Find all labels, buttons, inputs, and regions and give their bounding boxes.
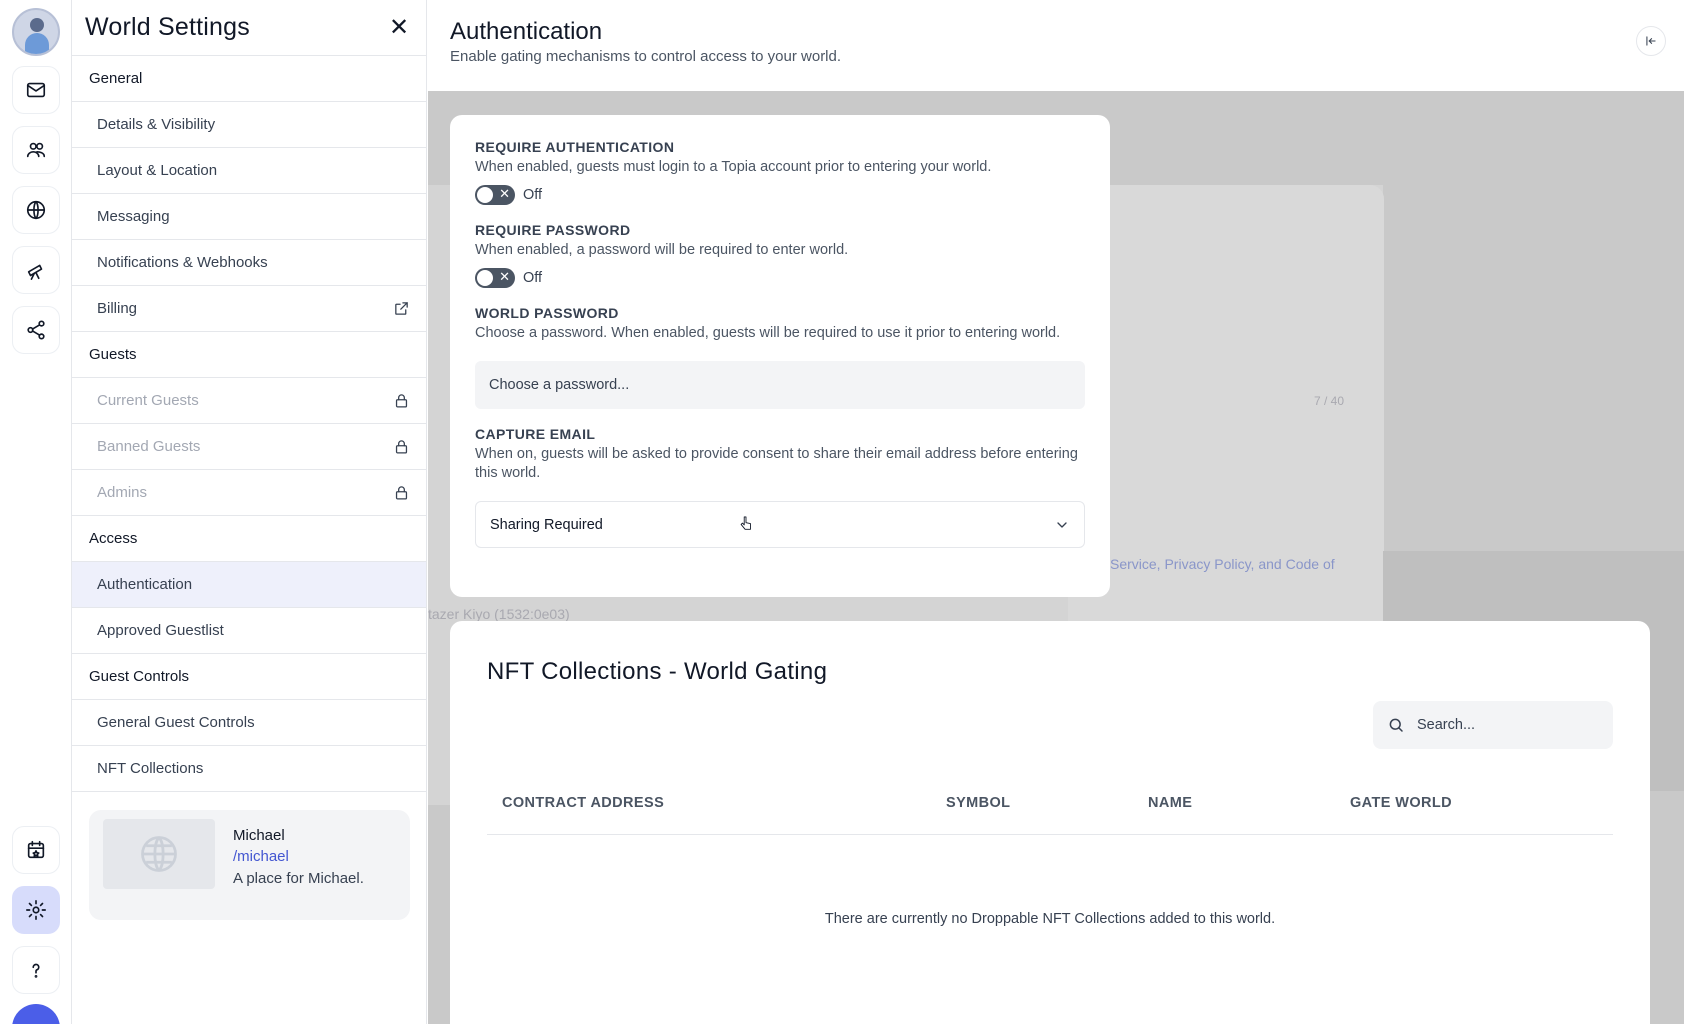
option-description: When enabled, a password will be require… (475, 242, 849, 258)
sidebar-item-general-guest-controls[interactable]: General Guest Controls (72, 700, 426, 746)
world-password-input[interactable]: Choose a password... (475, 361, 1085, 409)
nft-empty-message: There are currently no Droppable NFT Col… (824, 911, 1276, 927)
world-password-option: WORLD PASSWORD Choose a password. When e… (475, 305, 1085, 409)
sidebar-item-label: Current Guests (97, 392, 199, 409)
option-description: Choose a password. When enabled, guests … (475, 325, 1061, 341)
calendar-icon[interactable] (12, 826, 60, 874)
sidebar-header: World Settings ✕ (72, 0, 426, 56)
collapse-panel-button[interactable] (1636, 26, 1666, 56)
sidebar-item-current-guests: Current Guests (72, 378, 426, 424)
world-thumbnail (103, 819, 215, 889)
sidebar-item-label: Notifications & Webhooks (97, 254, 268, 271)
help-icon[interactable] (12, 946, 60, 994)
option-label: CAPTURE EMAIL (475, 426, 596, 442)
telescope-icon[interactable] (12, 246, 60, 294)
background-form-card (1068, 185, 1384, 645)
world-card[interactable]: Michael /michael A place for Michael. (89, 810, 410, 920)
share-icon[interactable] (12, 306, 60, 354)
external-link-icon (395, 302, 408, 315)
sidebar-item-messaging[interactable]: Messaging (72, 194, 426, 240)
sidebar-item-approved-guestlist[interactable]: Approved Guestlist (72, 608, 426, 654)
nft-search[interactable] (1373, 701, 1613, 749)
toggle-off-icon: ✕ (499, 270, 510, 285)
section-access: Access (72, 516, 426, 562)
sidebar-item-details-visibility[interactable]: Details & Visibility (72, 102, 426, 148)
sidebar-item-notifications-webhooks[interactable]: Notifications & Webhooks (72, 240, 426, 286)
page-subtitle: Enable gating mechanisms to control acce… (450, 48, 842, 65)
pointer-cursor-icon (740, 516, 751, 530)
main-header: Authentication Enable gating mechanisms … (428, 0, 1684, 91)
sidebar-title: World Settings (85, 13, 250, 41)
sidebar-item-banned-guests: Banned Guests (72, 424, 426, 470)
sidebar-item-label: Details & Visibility (97, 116, 216, 133)
add-button[interactable] (12, 1004, 60, 1024)
sidebar-item-label: Messaging (97, 208, 170, 225)
background-counter: 7 / 40 (1314, 394, 1345, 408)
user-avatar[interactable] (12, 8, 60, 56)
close-icon[interactable]: ✕ (386, 14, 412, 41)
sidebar-item-layout-location[interactable]: Layout & Location (72, 148, 426, 194)
capture-email-select[interactable]: Sharing Required (475, 501, 1085, 548)
sidebar-item-label: NFT Collections (97, 760, 204, 777)
people-icon[interactable] (12, 126, 60, 174)
toggle-state: Off (523, 187, 543, 203)
section-guests: Guests (72, 332, 426, 378)
sidebar-item-label: Approved Guestlist (97, 622, 224, 639)
background-terms-link: Service, Privacy Policy, and Code of (1110, 556, 1335, 572)
globe-icon[interactable] (12, 186, 60, 234)
column-header-name[interactable]: NAME (1148, 795, 1192, 811)
sidebar-item-nft-collections[interactable]: NFT Collections (72, 746, 426, 792)
world-settings-sidebar: World Settings ✕ General Details & Visib… (72, 0, 427, 1024)
toggle-state: Off (523, 270, 543, 286)
nft-collections-card: NFT Collections - World Gating CONTRACT … (450, 621, 1650, 1024)
page-title: Authentication (450, 18, 603, 45)
left-rail (0, 0, 72, 1024)
require-authentication-option: REQUIRE AUTHENTICATION When enabled, gue… (475, 139, 1085, 205)
sidebar-item-label: Layout & Location (97, 162, 218, 179)
option-description: When enabled, guests must login to a Top… (475, 159, 992, 175)
search-icon (1389, 718, 1403, 732)
section-general: General (72, 56, 426, 102)
toggle-off-icon: ✕ (499, 187, 510, 202)
sidebar-item-label: Authentication (97, 576, 193, 593)
require-password-option: REQUIRE PASSWORD When enabled, a passwor… (475, 222, 1085, 288)
sidebar-item-label: Billing (97, 300, 138, 317)
lock-icon (395, 440, 408, 454)
capture-email-option: CAPTURE EMAIL When on, guests will be as… (475, 426, 1085, 548)
option-label: REQUIRE PASSWORD (475, 222, 631, 238)
column-header-gate-world[interactable]: GATE WORLD (1350, 795, 1452, 811)
globe-placeholder-icon (141, 836, 177, 872)
nft-table-header: CONTRACT ADDRESS SYMBOL NAME GATE WORLD (487, 795, 1613, 835)
world-name: Michael (233, 827, 285, 844)
sidebar-item-label: Banned Guests (97, 438, 201, 455)
nft-search-input[interactable] (1417, 717, 1597, 733)
require-password-toggle[interactable]: ✕ (475, 268, 515, 288)
authentication-card: REQUIRE AUTHENTICATION When enabled, gue… (450, 115, 1110, 597)
collapse-left-icon (1646, 36, 1656, 46)
world-description: A place for Michael. (233, 870, 364, 887)
require-authentication-toggle[interactable]: ✕ (475, 185, 515, 205)
column-header-symbol[interactable]: SYMBOL (946, 795, 1010, 811)
option-description: When on, guests will be asked to provide… (475, 446, 1078, 481)
gear-icon[interactable] (12, 886, 60, 934)
option-label: REQUIRE AUTHENTICATION (475, 139, 675, 155)
sidebar-item-authentication[interactable]: Authentication (72, 562, 426, 608)
lock-icon (395, 486, 408, 500)
chevron-down-icon (1057, 521, 1067, 528)
sidebar-item-billing[interactable]: Billing (72, 286, 426, 332)
section-guest-controls: Guest Controls (72, 654, 426, 700)
world-slug-link[interactable]: /michael (233, 848, 364, 865)
sidebar-item-label: General Guest Controls (97, 714, 255, 731)
column-header-contract-address[interactable]: CONTRACT ADDRESS (502, 795, 664, 811)
option-label: WORLD PASSWORD (475, 305, 619, 321)
nft-section-title: NFT Collections - World Gating (487, 658, 828, 685)
select-value: Sharing Required (490, 516, 603, 533)
sidebar-item-label: Admins (97, 484, 148, 501)
mail-icon[interactable] (12, 66, 60, 114)
lock-icon (395, 394, 408, 408)
sidebar-item-admins: Admins (72, 470, 426, 516)
background-device: tazer Kiyo (1532:0e03) (428, 606, 570, 622)
